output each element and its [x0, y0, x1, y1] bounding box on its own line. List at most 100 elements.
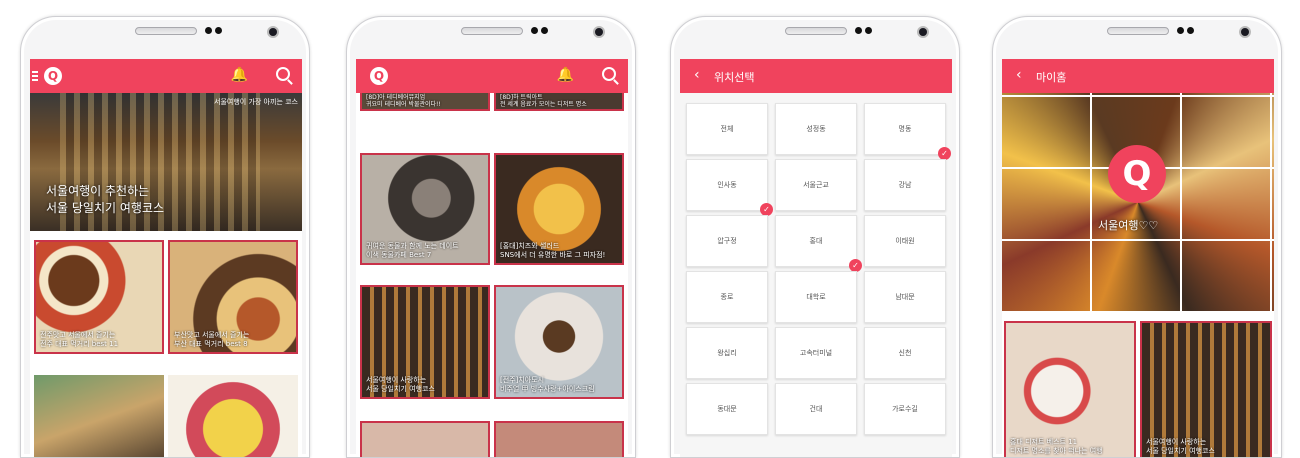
location-label: 종로 — [720, 293, 734, 301]
menu-icon[interactable] — [32, 71, 38, 81]
speaker-grille — [461, 27, 523, 35]
app-bar: ‹ 위치선택 — [680, 59, 952, 93]
profile-collage: Q 서울여행♡♡ — [1002, 93, 1274, 311]
hero-tag: 서울여행이 가장 아끼는 코스 — [214, 98, 298, 106]
location-label: 신천 — [898, 349, 912, 357]
speaker-grille — [1107, 27, 1169, 35]
sensor-icon — [1177, 27, 1184, 34]
location-label: 서울근교 — [803, 181, 829, 189]
location-label: 성정동 — [806, 125, 826, 133]
location-option[interactable]: 건대 — [775, 383, 857, 435]
location-option[interactable]: 인사동 ✓ — [686, 159, 773, 216]
bell-icon[interactable]: 🔔 — [231, 67, 248, 83]
sensor-icon — [541, 27, 548, 34]
camera-icon — [1241, 28, 1249, 36]
location-option[interactable]: 고속터미널 — [775, 327, 857, 379]
location-label: 명동 — [898, 125, 912, 133]
location-option[interactable]: 가로수길 — [864, 383, 946, 435]
speaker-grille — [785, 27, 847, 35]
sensor-icon — [865, 27, 872, 34]
speaker-grille — [135, 27, 197, 35]
phone-frame-list: [8D]아 테디베어뮤지엄 귀요미 테디베어 박물관이다!! [8D]하 트릭아… — [346, 16, 636, 458]
feed-card-pizza[interactable]: [홍대]치즈와 샐러드 SNS에서 더 유명한 바로 그 피자점! — [494, 153, 624, 265]
location-option[interactable]: 강남 — [864, 159, 946, 211]
feed-card-animal-cafe[interactable]: 귀여운 동물과 함께 노는 데이트 이색 동물카페 Best 7 — [360, 153, 490, 265]
feed-card-dessert[interactable]: 홍대 디저트 베스트 11 디저트 명소를 찾아 떠나는 여행 — [1004, 321, 1136, 457]
location-label: 건대 — [809, 405, 823, 413]
page-title: 위치선택 — [714, 71, 755, 84]
card-caption: [전주]치아도시 비주얼 甲 빙수사랑+아이스크림 — [500, 376, 595, 393]
card-caption: [홍대]치즈와 샐러드 SNS에서 더 유명한 바로 그 피자점! — [500, 242, 606, 259]
list-screen: [8D]아 테디베어뮤지엄 귀요미 테디베어 박물관이다!! [8D]하 트릭아… — [356, 59, 628, 457]
feed-card[interactable] — [494, 421, 624, 457]
myhome-screen: ‹ 마이홈 Q 서울여행♡♡ 홍대 디저트 베스트 11 디저트 명소를 찾아 … — [1002, 59, 1274, 457]
location-label: 전체 — [720, 125, 734, 133]
sensor-icon — [215, 27, 222, 34]
app-logo[interactable]: Q — [370, 67, 388, 85]
card-caption: [8D]하 트릭아트 전 세계 음료가 모이는 디저트 명소 — [500, 94, 587, 108]
feed-card-bears[interactable] — [34, 375, 164, 457]
location-option[interactable]: 전체 — [686, 103, 768, 155]
feed-card-jeonju[interactable]: 전주맛고 서울에서 즐기는 전주 대표 먹거리 best 11 — [34, 240, 164, 354]
location-option[interactable]: 이태원 — [864, 215, 946, 267]
location-option[interactable]: 종로 — [686, 271, 768, 323]
location-label: 고속터미널 — [799, 349, 833, 357]
home-screen: Q 🔔 서울여행이 가장 아끼는 코스 서울여행이 추천하는 서울 당일치기 여… — [30, 59, 302, 457]
sensor-icon — [855, 27, 862, 34]
feed-card-bingsu[interactable]: [전주]치아도시 비주얼 甲 빙수사랑+아이스크림 — [494, 285, 624, 399]
search-icon[interactable] — [276, 67, 290, 81]
camera-icon — [269, 28, 277, 36]
location-option[interactable]: 신천 — [864, 327, 946, 379]
sensor-icon — [205, 27, 212, 34]
card-caption: 부산맛고 서울에서 즐기는 부산 대표 먹거리 best 8 — [174, 331, 250, 348]
feed-card-daytrip[interactable]: 서울여행이 사랑하는 서울 당일치기 여행코스 — [1140, 321, 1272, 457]
phone-frame-location: ‹ 위치선택 전체 성정동 명동 ✓ 인사동 ✓ 서울근교 강남압구정 홍대 ✓ 이태원종로 대학로 남… — [670, 16, 960, 458]
location-label: 홍대 — [809, 237, 823, 245]
location-option[interactable]: 동대문 — [686, 383, 768, 435]
location-option[interactable]: 서울근교 — [775, 159, 857, 211]
location-label: 인사동 — [717, 181, 737, 189]
profile-name: 서울여행♡♡ — [1098, 219, 1159, 232]
location-label: 대학로 — [806, 293, 826, 301]
profile-logo: Q — [1108, 145, 1166, 203]
location-option[interactable]: 대학로 — [775, 271, 857, 323]
location-label: 동대문 — [717, 405, 737, 413]
hero-caption: 서울여행이 추천하는 서울 당일치기 여행코스 — [46, 184, 165, 215]
location-option[interactable]: 왕십리 — [686, 327, 768, 379]
page-title: 마이홈 — [1036, 71, 1067, 84]
location-label: 왕십리 — [717, 349, 737, 357]
app-bar: Q 🔔 — [30, 59, 302, 93]
location-option[interactable]: 성정동 — [775, 103, 857, 155]
camera-icon — [919, 28, 927, 36]
phone-frame-myhome: ‹ 마이홈 Q 서울여행♡♡ 홍대 디저트 베스트 11 디저트 명소를 찾아 … — [992, 16, 1282, 458]
feed-card-daytrip[interactable]: 서울여행이 사랑하는 서울 당일치기 여행코스 — [360, 285, 490, 399]
sensor-icon — [531, 27, 538, 34]
location-label: 가로수길 — [892, 405, 918, 413]
back-arrow-icon[interactable]: ‹ — [694, 67, 700, 83]
back-arrow-icon[interactable]: ‹ — [1016, 67, 1022, 83]
sensor-icon — [1187, 27, 1194, 34]
feed-card-icecream[interactable] — [168, 375, 298, 457]
card-caption: 귀여운 동물과 함께 노는 데이트 이색 동물카페 Best 7 — [366, 242, 459, 259]
location-option[interactable]: 명동 ✓ — [864, 103, 951, 160]
hero-banner[interactable]: 서울여행이 가장 아끼는 코스 서울여행이 추천하는 서울 당일치기 여행코스 — [30, 93, 302, 231]
bell-icon[interactable]: 🔔 — [557, 67, 574, 83]
camera-icon — [595, 28, 603, 36]
app-logo[interactable]: Q — [44, 67, 62, 85]
card-caption: 서울여행이 사랑하는 서울 당일치기 여행코스 — [366, 376, 435, 393]
card-caption: 전주맛고 서울에서 즐기는 전주 대표 먹거리 best 11 — [40, 331, 119, 348]
app-bar: ‹ 마이홈 — [1002, 59, 1274, 93]
location-label: 강남 — [898, 181, 912, 189]
location-label: 이태원 — [895, 237, 915, 245]
location-label: 남대문 — [895, 293, 915, 301]
card-caption: [8D]아 테디베어뮤지엄 귀요미 테디베어 박물관이다!! — [366, 94, 441, 108]
search-icon[interactable] — [602, 67, 616, 81]
location-option[interactable]: 홍대 ✓ — [775, 215, 862, 272]
card-caption: 홍대 디저트 베스트 11 디저트 명소를 찾아 떠나는 여행 — [1010, 438, 1103, 455]
location-option[interactable]: 남대문 — [864, 271, 946, 323]
feed-card[interactable] — [360, 421, 490, 457]
feed-card-busan[interactable]: 부산맛고 서울에서 즐기는 부산 대표 먹거리 best 8 — [168, 240, 298, 354]
location-screen: ‹ 위치선택 전체 성정동 명동 ✓ 인사동 ✓ 서울근교 강남압구정 홍대 ✓ 이태원종로 대학로 남… — [680, 59, 952, 457]
card-caption: 서울여행이 사랑하는 서울 당일치기 여행코스 — [1146, 438, 1215, 455]
location-option[interactable]: 압구정 — [686, 215, 768, 267]
